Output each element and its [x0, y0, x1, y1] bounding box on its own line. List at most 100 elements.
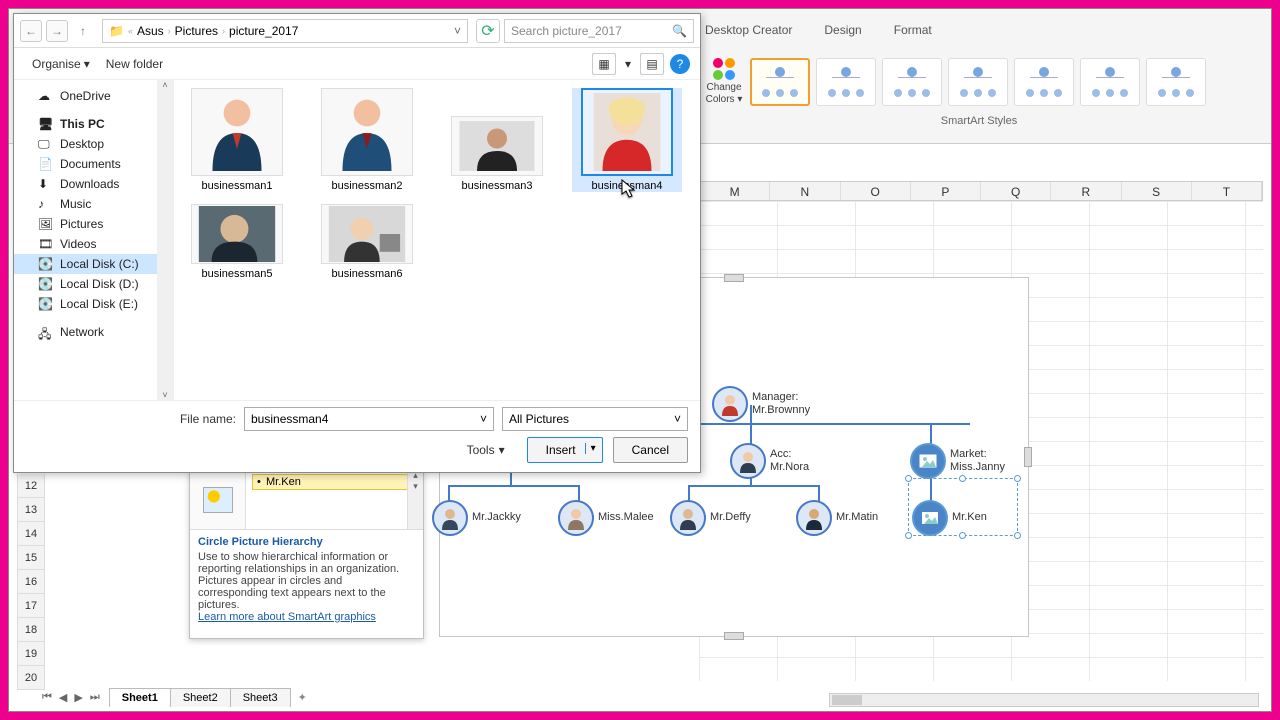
- tree-pictures[interactable]: 🖼Pictures: [14, 214, 173, 234]
- row-19[interactable]: 19: [17, 642, 45, 666]
- tree-network[interactable]: 🖧Network: [14, 322, 173, 342]
- org-node-jackky[interactable]: Mr.Jackky: [432, 500, 521, 536]
- tab-format[interactable]: Format: [888, 21, 938, 39]
- connector: [510, 471, 512, 485]
- tree-documents[interactable]: 📄Documents: [14, 154, 173, 174]
- col-o[interactable]: O: [841, 182, 911, 200]
- sheet-nav-prev[interactable]: ◀: [56, 691, 70, 704]
- org-node-deffy[interactable]: Mr.Deffy: [670, 500, 751, 536]
- cancel-button[interactable]: Cancel: [613, 437, 688, 463]
- col-s[interactable]: S: [1122, 182, 1192, 200]
- text-pane-item[interactable]: Mr.Ken: [252, 474, 417, 490]
- org-node-matin[interactable]: Mr.Matin: [796, 500, 878, 536]
- avatar: [558, 500, 594, 536]
- sheet-tab-1[interactable]: Sheet1: [109, 688, 171, 707]
- back-button[interactable]: ←: [20, 20, 42, 42]
- sheet-nav-first[interactable]: ⏮: [39, 691, 55, 704]
- org-node-manager[interactable]: Manager:Mr.Brownny: [712, 386, 810, 422]
- row-20[interactable]: 20: [17, 666, 45, 690]
- breadcrumb-segment[interactable]: Asus: [137, 24, 164, 38]
- filename-input[interactable]: businessman4˅: [244, 407, 494, 431]
- smartart-style-1[interactable]: [750, 58, 810, 106]
- tree-onedrive[interactable]: ☁OneDrive: [14, 86, 173, 106]
- chevron-down-icon[interactable]: ˅: [480, 412, 487, 426]
- resize-handle-bottom[interactable]: [724, 632, 744, 640]
- forward-button[interactable]: →: [46, 20, 68, 42]
- row-14[interactable]: 14: [17, 522, 45, 546]
- org-node-malee[interactable]: Miss.Malee: [558, 500, 654, 536]
- tools-button[interactable]: Tools▾: [467, 443, 505, 457]
- tree-music[interactable]: ♪Music: [14, 194, 173, 214]
- sheet-nav-next[interactable]: ▶: [71, 691, 85, 704]
- row-12[interactable]: 12: [17, 474, 45, 498]
- file-businessman5[interactable]: businessman5: [182, 204, 292, 280]
- new-sheet-button[interactable]: ✦: [290, 688, 315, 707]
- resize-handle-right[interactable]: [1024, 447, 1032, 467]
- sheet-nav-last[interactable]: ⏭: [87, 691, 103, 704]
- up-button[interactable]: ↑: [72, 20, 94, 42]
- text-pane-scrollbar[interactable]: ▴▾: [407, 470, 423, 529]
- col-p[interactable]: P: [911, 182, 981, 200]
- help-button[interactable]: ?: [670, 54, 690, 74]
- folder-icon: 📁: [109, 24, 124, 38]
- file-businessman1[interactable]: businessman1: [182, 88, 292, 192]
- file-businessman6[interactable]: businessman6: [312, 204, 422, 280]
- smartart-style-3[interactable]: [882, 58, 942, 106]
- tree-desktop[interactable]: 🖵Desktop: [14, 134, 173, 154]
- smartart-style-2[interactable]: [816, 58, 876, 106]
- selection-box: [908, 478, 1018, 536]
- smartart-text-pane[interactable]: Mr.Ken ▴▾ Circle Picture Hierarchy Use t…: [189, 469, 424, 639]
- resize-handle-top[interactable]: [724, 274, 744, 282]
- tree-disk-d[interactable]: 💽Local Disk (D:): [14, 274, 173, 294]
- search-input[interactable]: Search picture_2017 🔍: [504, 19, 694, 43]
- sheet-tab-2[interactable]: Sheet2: [170, 688, 231, 707]
- smartart-style-7[interactable]: [1146, 58, 1206, 106]
- change-colors-button[interactable]: Change Colors ▾: [704, 58, 744, 106]
- organise-button[interactable]: Organise ▾: [24, 54, 98, 74]
- smartart-style-4[interactable]: [948, 58, 1008, 106]
- col-n[interactable]: N: [770, 182, 840, 200]
- tree-disk-c[interactable]: 💽Local Disk (C:): [14, 254, 173, 274]
- preview-pane-button[interactable]: ▤: [640, 53, 664, 75]
- col-q[interactable]: Q: [981, 182, 1051, 200]
- horizontal-scrollbar[interactable]: [829, 693, 1259, 707]
- breadcrumb[interactable]: 📁 « Asus › Pictures › picture_2017 ˅: [102, 19, 468, 43]
- new-folder-button[interactable]: New folder: [98, 54, 171, 74]
- smartart-style-6[interactable]: [1080, 58, 1140, 106]
- file-businessman4[interactable]: businessman4: [572, 88, 682, 192]
- smartart-style-5[interactable]: [1014, 58, 1074, 106]
- view-mode-button[interactable]: ▦: [592, 53, 616, 75]
- col-r[interactable]: R: [1051, 182, 1121, 200]
- row-17[interactable]: 17: [17, 594, 45, 618]
- row-16[interactable]: 16: [17, 570, 45, 594]
- connector: [818, 485, 820, 501]
- refresh-button[interactable]: ⟳: [476, 19, 500, 43]
- tab-design[interactable]: Design: [818, 21, 867, 39]
- tree-videos[interactable]: 🎞Videos: [14, 234, 173, 254]
- row-15[interactable]: 15: [17, 546, 45, 570]
- col-t[interactable]: T: [1192, 182, 1262, 200]
- sheet-tab-3[interactable]: Sheet3: [230, 688, 291, 707]
- view-mode-dropdown[interactable]: ▾: [620, 53, 636, 75]
- org-node-acc[interactable]: Acc:Mr.Nora: [730, 443, 809, 479]
- breadcrumb-segment[interactable]: Pictures: [175, 24, 218, 38]
- row-13[interactable]: 13: [17, 498, 45, 522]
- tree-scrollbar[interactable]: ˄˅: [157, 80, 173, 400]
- file-businessman3[interactable]: businessman3: [442, 88, 552, 192]
- tree-downloads[interactable]: ⬇Downloads: [14, 174, 173, 194]
- learn-more-link[interactable]: Learn more about SmartArt graphics: [198, 611, 376, 623]
- file-type-filter[interactable]: All Pictures˅: [502, 407, 688, 431]
- ribbon-tabs: Desktop Creator Design Format: [699, 21, 938, 39]
- tab-desktop-creator[interactable]: Desktop Creator: [699, 21, 798, 39]
- org-node-market[interactable]: Market:Miss.Janny: [910, 443, 1005, 479]
- breadcrumb-dropdown[interactable]: ˅: [454, 24, 461, 38]
- text-pane-list[interactable]: Mr.Ken ▴▾: [246, 470, 423, 529]
- row-18[interactable]: 18: [17, 618, 45, 642]
- insert-button[interactable]: Insert: [527, 437, 603, 463]
- tree-disk-e[interactable]: 💽Local Disk (E:): [14, 294, 173, 314]
- col-m[interactable]: M: [700, 182, 770, 200]
- tree-this-pc[interactable]: 🖥This PC: [14, 114, 173, 134]
- chevron-down-icon[interactable]: ˅: [674, 412, 681, 426]
- breadcrumb-segment[interactable]: picture_2017: [229, 24, 298, 38]
- file-businessman2[interactable]: businessman2: [312, 88, 422, 192]
